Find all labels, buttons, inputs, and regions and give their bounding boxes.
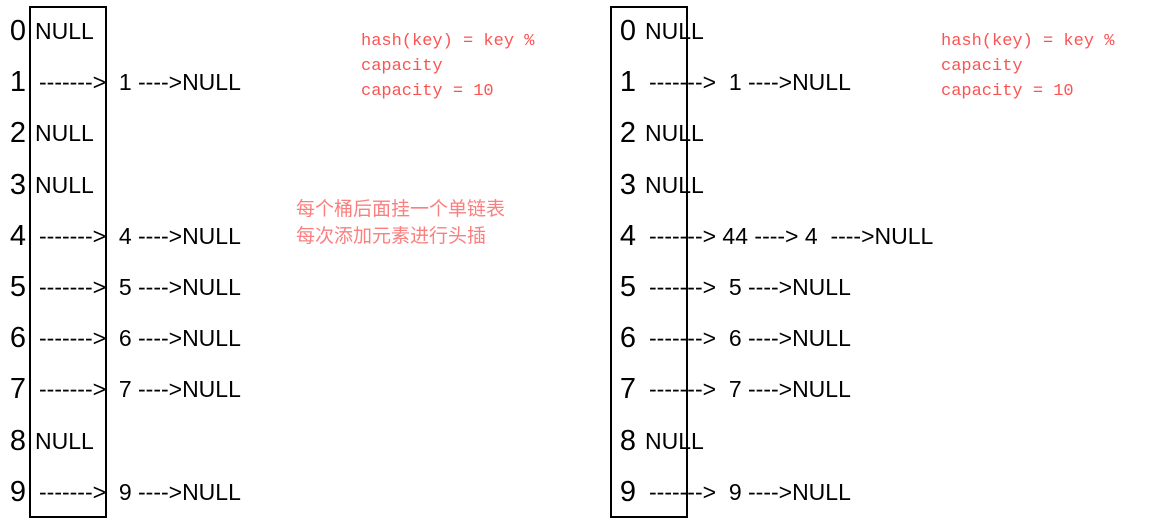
table-row[interactable]: 0 NULL: [610, 6, 910, 57]
bucket-cell[interactable]: NULL: [29, 160, 300, 211]
bucket-cell[interactable]: NULL: [29, 108, 300, 159]
table-row[interactable]: 7 -------> 7 ---->NULL: [0, 364, 300, 415]
bucket-cell[interactable]: -------> 5 ---->NULL: [639, 262, 910, 313]
table-row[interactable]: 4 -------> 4 ---->NULL: [0, 211, 300, 262]
hash-table-panel-after: 0 NULL 1 -------> 1 ---->NULL 2 NULL 3 N…: [580, 0, 1159, 523]
bucket-index-label: 8: [619, 424, 636, 457]
bucket-chain: -------> 1 ---->NULL: [649, 69, 851, 96]
bucket-chain: -------> 7 ---->NULL: [649, 376, 851, 403]
bucket-index-label: 0: [9, 15, 26, 48]
bucket-index-label: 7: [619, 373, 636, 406]
bucket-chain: -------> 5 ---->NULL: [39, 274, 241, 301]
table-row[interactable]: 8 NULL: [0, 416, 300, 467]
bucket-cell[interactable]: -------> 9 ---->NULL: [639, 467, 910, 518]
bucket-chain: -------> 9 ---->NULL: [649, 478, 851, 505]
table-row[interactable]: 8 NULL: [610, 416, 910, 467]
bucket-chain: -------> 6 ---->NULL: [39, 325, 241, 352]
table-row[interactable]: 2 NULL: [610, 108, 910, 159]
bucket-value: NULL: [645, 18, 704, 45]
table-row[interactable]: 1 -------> 1 ---->NULL: [0, 57, 300, 108]
table-row[interactable]: 6 -------> 6 ---->NULL: [0, 313, 300, 364]
bucket-value: NULL: [35, 120, 94, 147]
bucket-cell[interactable]: -------> 6 ---->NULL: [639, 313, 910, 364]
bucket-index-label: 9: [9, 475, 26, 508]
table-row[interactable]: 9 -------> 9 ---->NULL: [610, 467, 910, 518]
bucket-chain: -------> 4 ---->NULL: [39, 222, 241, 249]
bucket-cell[interactable]: -------> 44 ----> 4 ---->NULL: [639, 211, 933, 262]
bucket-value: NULL: [645, 120, 704, 147]
bucket-cell[interactable]: -------> 5 ---->NULL: [29, 262, 300, 313]
bucket-index-label: 5: [619, 271, 636, 304]
bucket-index-label: 1: [619, 66, 636, 99]
bucket-cell[interactable]: -------> 7 ---->NULL: [639, 364, 910, 415]
bucket-index-label: 4: [619, 219, 636, 252]
bucket-index-label: 6: [9, 322, 26, 355]
table-row[interactable]: 1 -------> 1 ---->NULL: [610, 57, 910, 108]
bucket-index-label: 6: [619, 322, 636, 355]
bucket-cell[interactable]: -------> 1 ---->NULL: [639, 57, 910, 108]
bucket-chain: -------> 7 ---->NULL: [39, 376, 241, 403]
bucket-index-label: 4: [9, 219, 26, 252]
bucket-index-label: 2: [9, 117, 26, 150]
hash-formula-note: hash(key) = key % capacity capacity = 10: [941, 32, 1115, 102]
bucket-array-before: 0 NULL 1 -------> 1 ---->NULL 2 NULL 3 N…: [0, 6, 300, 518]
table-row[interactable]: 3 NULL: [0, 160, 300, 211]
chaining-note: 每个桶后面挂一个单链表 每次添加元素进行头插: [296, 198, 506, 247]
bucket-value: NULL: [645, 171, 704, 198]
bucket-cell[interactable]: NULL: [639, 160, 910, 211]
table-row[interactable]: 6 -------> 6 ---->NULL: [610, 313, 910, 364]
bucket-cell[interactable]: NULL: [639, 6, 910, 57]
bucket-cell[interactable]: NULL: [29, 6, 300, 57]
bucket-chain: -------> 5 ---->NULL: [649, 274, 851, 301]
bucket-chain: -------> 1 ---->NULL: [39, 69, 241, 96]
table-row[interactable]: 3 NULL: [610, 160, 910, 211]
bucket-cell[interactable]: NULL: [639, 416, 910, 467]
bucket-index-label: 1: [9, 66, 26, 99]
table-row[interactable]: 2 NULL: [0, 108, 300, 159]
bucket-index-label: 3: [9, 168, 26, 201]
bucket-cell[interactable]: NULL: [639, 108, 910, 159]
bucket-value: NULL: [645, 427, 704, 454]
bucket-index-label: 5: [9, 271, 26, 304]
bucket-value: NULL: [35, 18, 94, 45]
table-row[interactable]: 9 -------> 9 ---->NULL: [0, 467, 300, 518]
hash-table-panel-before: 0 NULL 1 -------> 1 ---->NULL 2 NULL 3 N…: [0, 0, 580, 523]
table-row[interactable]: 4 -------> 44 ----> 4 ---->NULL: [610, 211, 933, 262]
bucket-index-label: 8: [9, 424, 26, 457]
bucket-cell[interactable]: -------> 6 ---->NULL: [29, 313, 300, 364]
bucket-cell[interactable]: -------> 7 ---->NULL: [29, 364, 300, 415]
table-row[interactable]: 0 NULL: [0, 6, 300, 57]
bucket-index-label: 2: [619, 117, 636, 150]
table-row[interactable]: 5 -------> 5 ---->NULL: [610, 262, 910, 313]
table-row[interactable]: 7 -------> 7 ---->NULL: [610, 364, 910, 415]
table-row[interactable]: 5 -------> 5 ---->NULL: [0, 262, 300, 313]
bucket-cell[interactable]: -------> 1 ---->NULL: [29, 57, 300, 108]
bucket-chain: -------> 6 ---->NULL: [649, 325, 851, 352]
bucket-index-label: 7: [9, 373, 26, 406]
bucket-chain: -------> 44 ----> 4 ---->NULL: [649, 222, 934, 249]
bucket-value: NULL: [35, 427, 94, 454]
bucket-array-after: 0 NULL 1 -------> 1 ---->NULL 2 NULL 3 N…: [610, 6, 933, 518]
bucket-cell[interactable]: -------> 4 ---->NULL: [29, 211, 300, 262]
bucket-cell[interactable]: -------> 9 ---->NULL: [29, 467, 300, 518]
bucket-cell[interactable]: NULL: [29, 416, 300, 467]
bucket-chain: -------> 9 ---->NULL: [39, 478, 241, 505]
bucket-index-label: 3: [619, 168, 636, 201]
bucket-index-label: 9: [619, 475, 636, 508]
bucket-index-label: 0: [619, 15, 636, 48]
hash-formula-note: hash(key) = key % capacity capacity = 10: [361, 32, 535, 102]
bucket-value: NULL: [35, 171, 94, 198]
